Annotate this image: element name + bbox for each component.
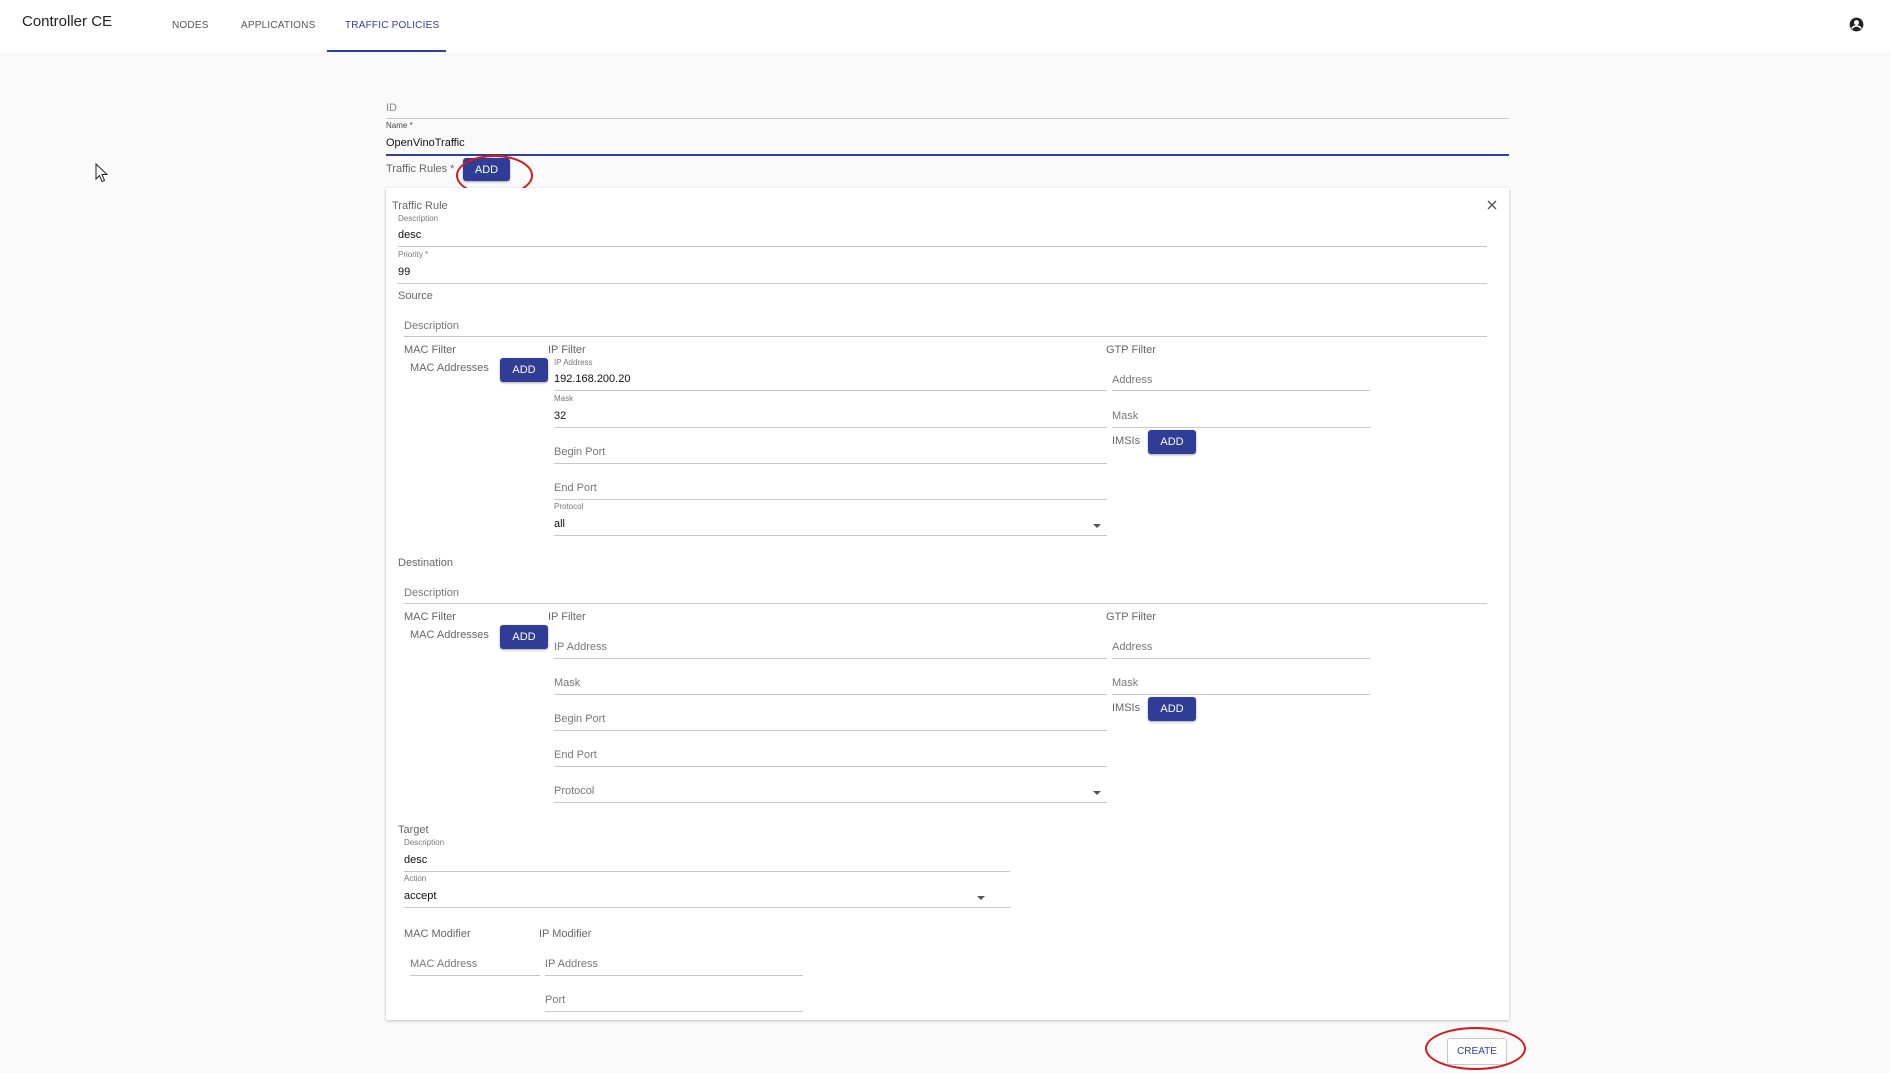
ip-modifier-label: IP Modifier xyxy=(539,928,592,940)
destination-begin-port-input[interactable]: Begin Port xyxy=(554,713,605,725)
traffic-rule-card: Traffic Rule Description desc Priority *… xyxy=(386,188,1509,1020)
priority-label: Priority * xyxy=(398,250,429,259)
target-description-input[interactable]: desc xyxy=(404,854,427,866)
chevron-down-icon[interactable] xyxy=(1093,524,1101,528)
chevron-down-icon[interactable] xyxy=(1093,791,1101,795)
destination-ip-address-input[interactable]: IP Address xyxy=(554,641,607,653)
destination-gtp-address-underline xyxy=(1112,658,1370,659)
source-mask-label: Mask xyxy=(554,394,574,403)
ip-modifier-address-underline xyxy=(545,975,803,976)
tab-nodes[interactable]: NODES xyxy=(172,20,209,31)
source-title: Source xyxy=(398,290,433,302)
destination-begin-port-underline xyxy=(554,730,1107,731)
action-select[interactable]: accept xyxy=(404,890,436,902)
close-icon[interactable] xyxy=(1487,200,1497,210)
rule-description-label: Description xyxy=(398,214,439,223)
destination-protocol-select[interactable]: Protocol xyxy=(554,785,594,797)
name-input[interactable]: OpenVinoTraffic xyxy=(386,137,465,149)
id-label: ID xyxy=(386,102,397,114)
traffic-rules-label: Traffic Rules * xyxy=(386,163,455,175)
account-circle-icon[interactable] xyxy=(1849,17,1864,32)
source-end-port-input[interactable]: End Port xyxy=(554,482,597,494)
source-protocol-underline xyxy=(554,535,1107,536)
top-app-bar: Controller CE NODES APPLICATIONS TRAFFIC… xyxy=(0,0,1891,52)
rule-description-underline xyxy=(398,246,1487,247)
destination-description-input[interactable]: Description xyxy=(404,587,459,599)
name-label: Name * xyxy=(386,121,413,130)
source-gtp-mask-input[interactable]: Mask xyxy=(1112,410,1138,422)
rule-description-input[interactable]: desc xyxy=(398,229,421,241)
source-gtp-filter-label: GTP Filter xyxy=(1106,344,1156,356)
active-tab-indicator xyxy=(327,50,446,52)
ip-modifier-address-input[interactable]: IP Address xyxy=(545,958,598,970)
chevron-down-icon[interactable] xyxy=(977,896,985,900)
action-label: Action xyxy=(404,874,427,883)
mac-modifier-label: MAC Modifier xyxy=(404,928,471,940)
id-field-underline[interactable] xyxy=(386,118,1509,119)
priority-underline xyxy=(398,283,1487,284)
destination-end-port-underline xyxy=(554,766,1107,767)
source-protocol-select[interactable]: all xyxy=(554,518,565,530)
source-ip-filter-label: IP Filter xyxy=(548,344,586,356)
source-imsis-label: IMSIs xyxy=(1112,435,1141,447)
destination-mac-addresses-label: MAC Addresses xyxy=(410,629,489,641)
destination-end-port-input[interactable]: End Port xyxy=(554,749,597,761)
tab-applications[interactable]: APPLICATIONS xyxy=(241,20,315,31)
mac-modifier-address-underline xyxy=(410,975,540,976)
destination-gtp-mask-input[interactable]: Mask xyxy=(1112,677,1138,689)
source-mac-addresses-label: MAC Addresses xyxy=(410,362,489,374)
destination-protocol-underline xyxy=(554,802,1107,803)
action-underline xyxy=(404,907,1010,908)
destination-mac-filter-label: MAC Filter xyxy=(404,611,456,623)
mouse-cursor-icon xyxy=(95,163,109,183)
destination-title: Destination xyxy=(398,557,454,569)
source-gtp-address-input[interactable]: Address xyxy=(1112,374,1152,386)
destination-gtp-address-input[interactable]: Address xyxy=(1112,641,1152,653)
source-mask-input[interactable]: 32 xyxy=(554,410,566,422)
source-ip-address-label: IP Address xyxy=(554,358,593,367)
destination-add-mac-button[interactable]: ADD xyxy=(500,625,548,649)
destination-imsis-label: IMSIs xyxy=(1112,702,1141,714)
source-mask-underline xyxy=(554,427,1107,428)
destination-ip-address-underline xyxy=(554,658,1107,659)
source-description-underline xyxy=(404,336,1487,337)
source-gtp-address-underline xyxy=(1112,390,1370,391)
tab-traffic-policies[interactable]: TRAFFIC POLICIES xyxy=(345,20,439,31)
source-begin-port-input[interactable]: Begin Port xyxy=(554,446,605,458)
name-field-underline xyxy=(386,154,1509,156)
source-add-imsi-button[interactable]: ADD xyxy=(1148,430,1196,454)
create-button[interactable]: CREATE xyxy=(1447,1038,1507,1065)
destination-description-underline xyxy=(404,603,1487,604)
source-ip-address-underline xyxy=(554,390,1107,391)
destination-gtp-mask-underline xyxy=(1112,694,1370,695)
destination-mask-input[interactable]: Mask xyxy=(554,677,580,689)
target-description-underline xyxy=(404,871,1010,872)
source-add-mac-button[interactable]: ADD xyxy=(500,358,548,382)
app-title: Controller CE xyxy=(22,13,113,30)
ip-modifier-port-input[interactable]: Port xyxy=(545,994,565,1006)
destination-mask-underline xyxy=(554,694,1107,695)
ip-modifier-port-underline xyxy=(545,1011,803,1012)
add-traffic-rule-button[interactable]: ADD xyxy=(463,158,510,181)
source-description-input[interactable]: Description xyxy=(404,320,459,332)
destination-ip-filter-label: IP Filter xyxy=(548,611,586,623)
target-title: Target xyxy=(398,824,429,836)
destination-add-imsi-button[interactable]: ADD xyxy=(1148,697,1196,721)
source-protocol-label: Protocol xyxy=(554,502,584,511)
source-mac-filter-label: MAC Filter xyxy=(404,344,456,356)
destination-gtp-filter-label: GTP Filter xyxy=(1106,611,1156,623)
target-description-label: Description xyxy=(404,838,445,847)
source-gtp-mask-underline xyxy=(1112,427,1370,428)
source-end-port-underline xyxy=(554,499,1107,500)
traffic-rule-title: Traffic Rule xyxy=(392,200,448,212)
mac-modifier-address-input[interactable]: MAC Address xyxy=(410,958,477,970)
source-begin-port-underline xyxy=(554,463,1107,464)
priority-input[interactable]: 99 xyxy=(398,266,410,278)
source-ip-address-input[interactable]: 192.168.200.20 xyxy=(554,373,630,385)
